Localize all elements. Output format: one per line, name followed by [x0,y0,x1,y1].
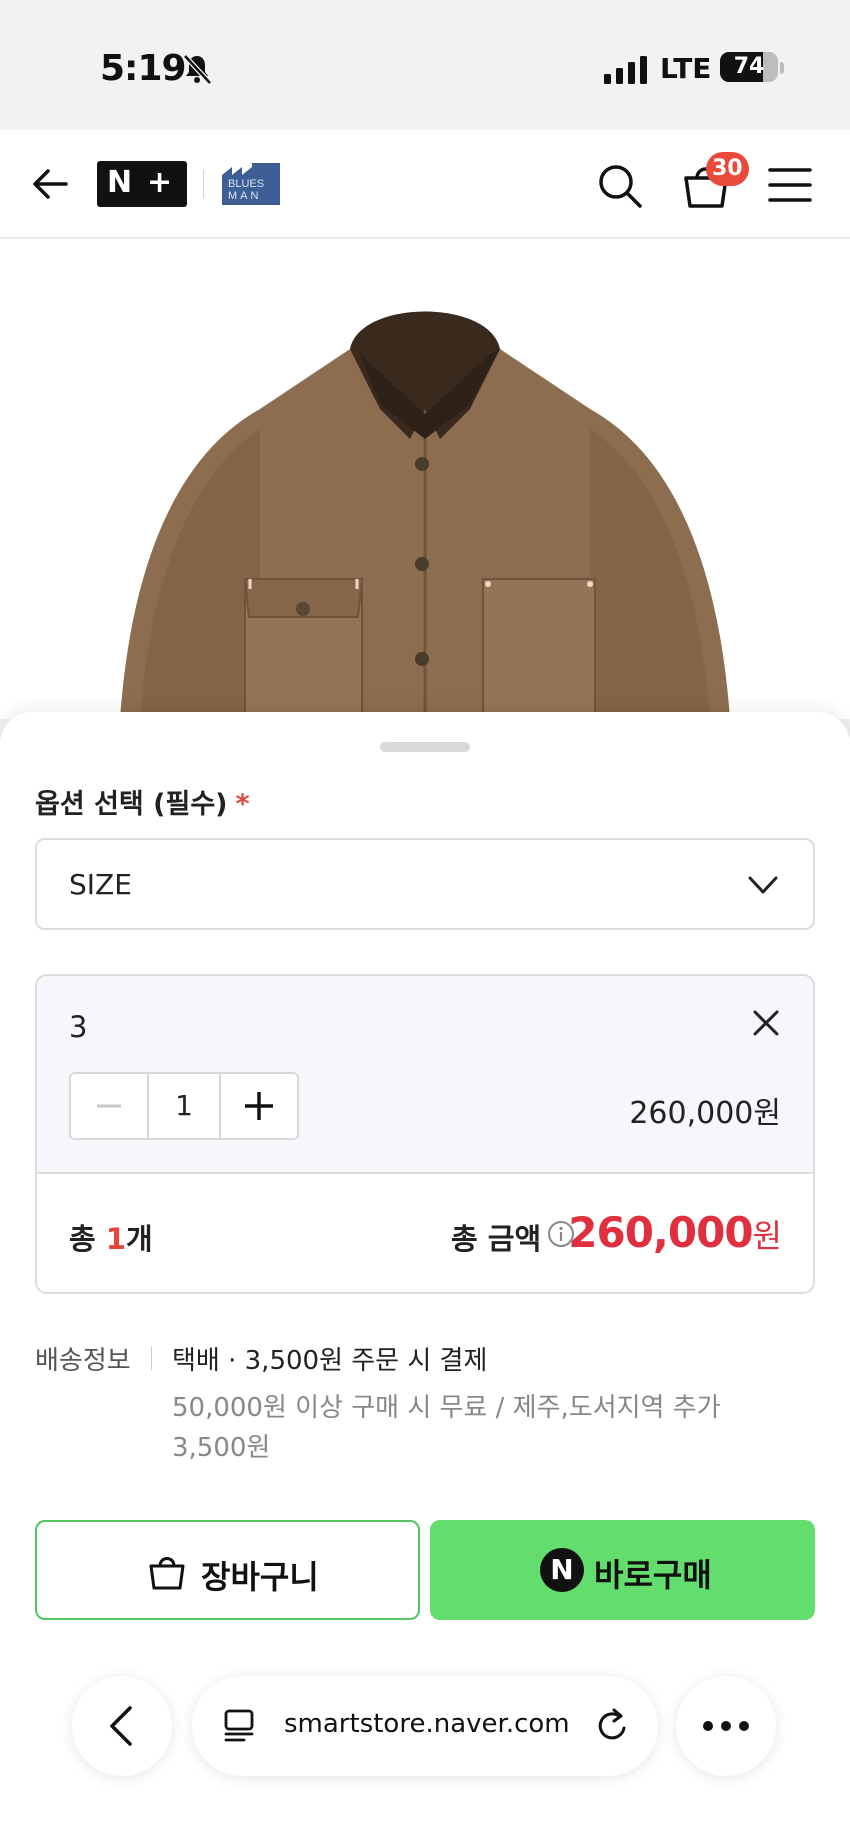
quantity-stepper[interactable]: 1 [69,1072,299,1140]
buy-now-button[interactable]: N 바로구매 [430,1520,815,1620]
status-bar: 5:19 LTE 74 [0,0,850,130]
total-count-suffix: 개 [125,1222,153,1256]
logo-letter-n: N [107,165,133,200]
selected-option-price: 260,000원 [629,1096,781,1131]
minus-icon [97,1104,121,1108]
chevron-down-icon [748,876,778,894]
quantity-increase-button[interactable] [221,1074,297,1138]
buy-now-label: 바로구매 [594,1556,712,1594]
brand-logo-line2: MAN [228,190,261,202]
add-to-cart-button[interactable]: 장바구니 [35,1520,420,1620]
cart-icon [149,1557,185,1590]
total-count-number: 1 [105,1222,126,1256]
shipping-main-info: 택배 · 3,500원 주문 시 결제 [172,1346,488,1376]
signal-icon [604,56,647,84]
size-select[interactable]: SIZE [35,838,815,930]
more-dots-icon [703,1721,749,1731]
size-select-label: SIZE [69,868,132,901]
hamburger-menu-icon[interactable] [768,166,812,204]
total-amount-value: 260,000원 [568,1208,782,1257]
add-to-cart-label: 장바구니 [201,1558,319,1596]
total-amount-unit: 원 [752,1217,782,1255]
naver-plus-logo[interactable]: N + [97,161,187,207]
cart-count-badge: 30 [706,152,749,186]
quantity-value[interactable]: 1 [147,1074,221,1138]
quantity-decrease-button[interactable] [71,1074,147,1138]
logo-divider [203,170,204,198]
option-title: 옵션 선택 (필수) * [35,782,250,821]
status-time: 5:19 [100,48,187,89]
total-amount-number: 260,000 [568,1208,753,1257]
shipping-sub-info: 50,000원 이상 구매 시 무료 / 제주,도서지역 추가 3,500원 [172,1393,721,1463]
battery-level: 74 [733,54,765,79]
back-arrow-icon[interactable] [28,162,72,206]
address-bar[interactable]: smartstore.naver.com [192,1676,658,1776]
bell-muted-icon [183,54,212,85]
selected-option-box: 3 1 260,000원 총 1개 총 금액 260,000원 [35,974,815,1294]
browser-back-button[interactable] [72,1676,172,1776]
browser-more-button[interactable] [676,1676,776,1776]
url-text: smartstore.naver.com [284,1709,570,1739]
store-header: N + BLUES MAN 30 [0,130,850,238]
bluesman-brand-logo[interactable]: BLUES MAN [222,163,280,205]
naver-pay-icon: N [540,1548,584,1592]
shipping-divider [151,1346,152,1370]
network-type: LTE [660,52,712,85]
total-count-prefix: 총 [69,1222,106,1256]
brand-logo-line1: BLUES [228,178,264,190]
close-icon[interactable] [751,1008,781,1038]
selected-option-name: 3 [69,1010,88,1044]
required-mark: * [235,789,250,820]
logo-plus: + [147,165,173,200]
plus-icon [245,1092,273,1120]
battery-icon: 74 [720,52,778,82]
shipping-label: 배송정보 [35,1346,131,1376]
jacket-image [0,239,850,719]
total-amount-label: 총 금액 [451,1222,542,1256]
reload-icon[interactable] [592,1706,632,1746]
selected-option-item: 3 1 260,000원 [37,976,813,1174]
page-menu-icon[interactable] [222,1708,258,1744]
battery-nub [780,62,784,74]
option-title-text: 옵션 선택 (필수) [35,789,228,820]
total-count: 총 1개 [69,1216,153,1258]
sheet-grabber[interactable] [380,742,470,752]
search-icon[interactable] [596,162,644,210]
total-row: 총 1개 총 금액 260,000원 [37,1174,813,1292]
chevron-left-icon [110,1706,132,1746]
product-image[interactable] [0,239,850,719]
